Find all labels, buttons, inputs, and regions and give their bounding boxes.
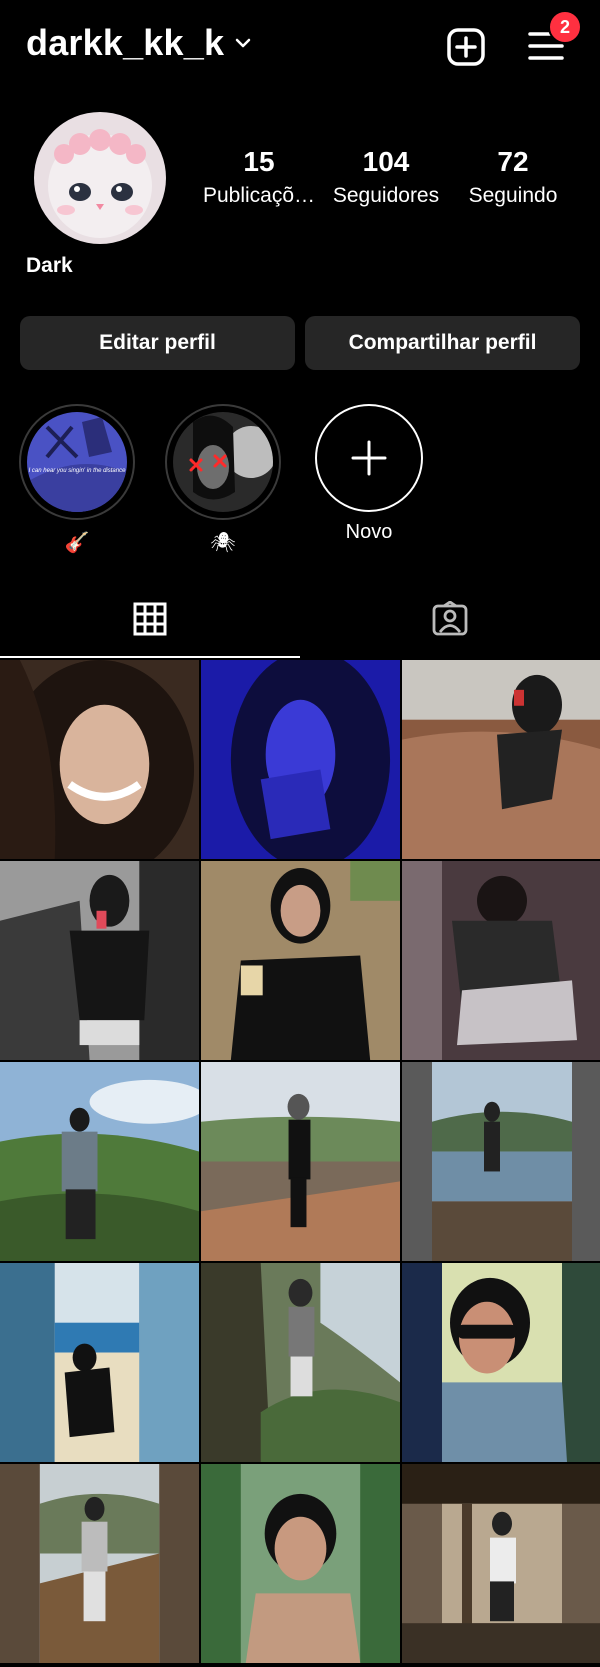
post-thumbnail[interactable] bbox=[402, 1062, 600, 1261]
post-thumbnail[interactable] bbox=[0, 1464, 199, 1663]
plus-icon bbox=[351, 440, 387, 476]
stat-following[interactable]: 72 Seguindo bbox=[450, 146, 576, 208]
highlight-1-cover: I can hear you singin' in the distance bbox=[27, 412, 127, 512]
highlight-2-label: 🕷 bbox=[210, 531, 236, 554]
avatar[interactable] bbox=[34, 112, 166, 244]
tagged-tab[interactable] bbox=[300, 580, 600, 658]
post-thumbnail[interactable] bbox=[201, 1062, 400, 1261]
add-post-icon[interactable] bbox=[444, 25, 488, 69]
post-thumbnail[interactable] bbox=[402, 861, 600, 1060]
share-profile-button[interactable]: Compartilhar perfil bbox=[305, 316, 580, 370]
posts-label: Publicaçõ… bbox=[202, 184, 316, 207]
new-highlight-label: Novo bbox=[345, 520, 393, 543]
post-thumbnail[interactable] bbox=[402, 660, 600, 859]
highlight-1-text: I can hear you singin' in the distance bbox=[29, 468, 127, 474]
username-switcher[interactable]: darkk_kk_k bbox=[26, 22, 252, 64]
post-thumbnail[interactable] bbox=[0, 1062, 199, 1261]
following-count: 72 bbox=[497, 146, 529, 177]
highlight-2[interactable]: 🕷 bbox=[165, 404, 281, 554]
followers-count: 104 bbox=[362, 146, 410, 177]
tagged-person-icon bbox=[432, 601, 468, 636]
chevron-down-icon bbox=[235, 38, 251, 48]
highlight-1-label: 🎸 bbox=[64, 531, 90, 554]
profile-stats: 15 Publicaçõ… 104 Seguidores 72 Seguindo bbox=[196, 146, 576, 208]
grid-icon bbox=[133, 602, 167, 636]
posts-grid bbox=[0, 660, 600, 1663]
stat-followers[interactable]: 104 Seguidores bbox=[323, 146, 449, 208]
username: darkk_kk_k bbox=[26, 22, 225, 63]
post-thumbnail[interactable] bbox=[201, 1464, 400, 1663]
stat-posts[interactable]: 15 Publicaçõ… bbox=[196, 146, 322, 208]
post-thumbnail[interactable] bbox=[0, 1263, 199, 1462]
post-thumbnail[interactable] bbox=[0, 861, 199, 1060]
post-thumbnail[interactable] bbox=[402, 1464, 600, 1663]
post-thumbnail[interactable] bbox=[201, 1263, 400, 1462]
story-highlights: I can hear you singin' in the distance 🎸 bbox=[19, 404, 426, 554]
post-thumbnail[interactable] bbox=[402, 1263, 600, 1462]
post-thumbnail[interactable] bbox=[0, 660, 199, 859]
followers-label: Seguidores bbox=[332, 184, 440, 207]
highlight-1[interactable]: I can hear you singin' in the distance 🎸 bbox=[19, 404, 135, 554]
grid-tab[interactable] bbox=[0, 580, 300, 658]
post-thumbnail[interactable] bbox=[201, 861, 400, 1060]
post-thumbnail[interactable] bbox=[201, 660, 400, 859]
following-label: Seguindo bbox=[468, 184, 558, 207]
edit-profile-button[interactable]: Editar perfil bbox=[20, 316, 295, 370]
highlight-2-cover bbox=[173, 412, 273, 512]
new-highlight[interactable]: Novo bbox=[312, 404, 426, 554]
posts-count: 15 bbox=[243, 146, 275, 177]
top-bar: darkk_kk_k 2 bbox=[0, 0, 600, 90]
display-name: Dark bbox=[26, 254, 73, 277]
notification-badge: 2 bbox=[548, 10, 582, 44]
profile-actions: Editar perfil Compartilhar perfil bbox=[20, 316, 580, 370]
profile-tabs bbox=[0, 580, 600, 658]
